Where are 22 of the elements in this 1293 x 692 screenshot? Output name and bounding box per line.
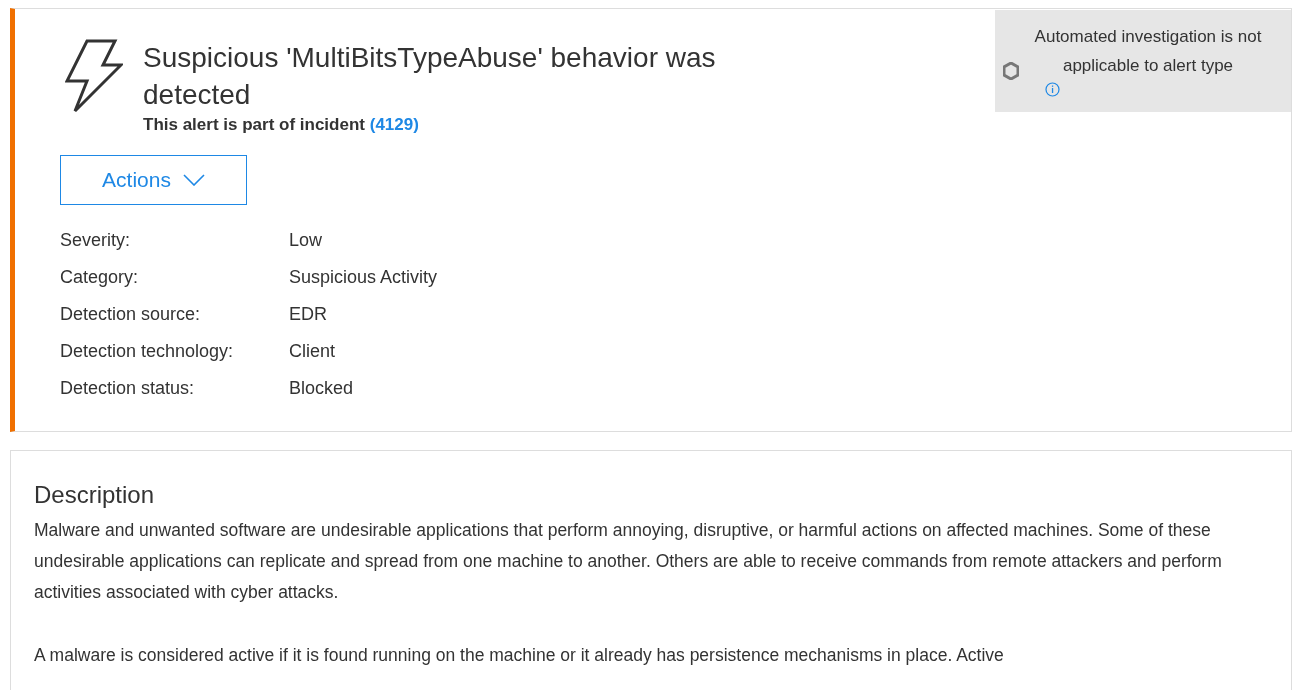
detail-value: Client [289,340,337,362]
hexagon-icon [1003,62,1019,80]
incident-link[interactable]: (4129) [369,115,419,134]
detail-label: Detection status: [60,377,196,399]
detail-label: Category: [60,266,140,288]
incident-text: This alert is part of incident (4129) [143,115,420,135]
actions-button[interactable]: Actions [60,155,247,205]
info-icon[interactable] [1045,82,1060,97]
lightning-icon [65,39,123,113]
detail-value: Low [289,229,324,251]
section-heading: Description [34,481,156,509]
description-paragraph: A malware is considered active if it is found running on the machine or it already has persistence mechanisms in place. Active [34,644,1005,667]
detail-label: Detection technology: [60,340,235,362]
detail-value: Suspicious Activity [289,266,439,288]
detail-label: Severity: [60,229,132,251]
chevron-down-icon [182,174,205,186]
detail-label: Detection source: [60,303,202,325]
detail-value: EDR [289,303,328,325]
alert-title: Suspicious 'MultiBitsTypeAbuse' behavior was detected [143,41,717,112]
description-paragraph: Malware and unwanted software are undesirable applications that perform annoying, disruptive, or harmful actions on affected machines. Some of these undesirable applications can replicate and spread from one machine to another. Others are able to receive commands from remote attackers and perform activities associated with cyber attacks. [34,519,1223,604]
investigation-message: Automated investigation is not applicable to alert type [1033,26,1263,77]
detail-value: Blocked [289,377,355,399]
